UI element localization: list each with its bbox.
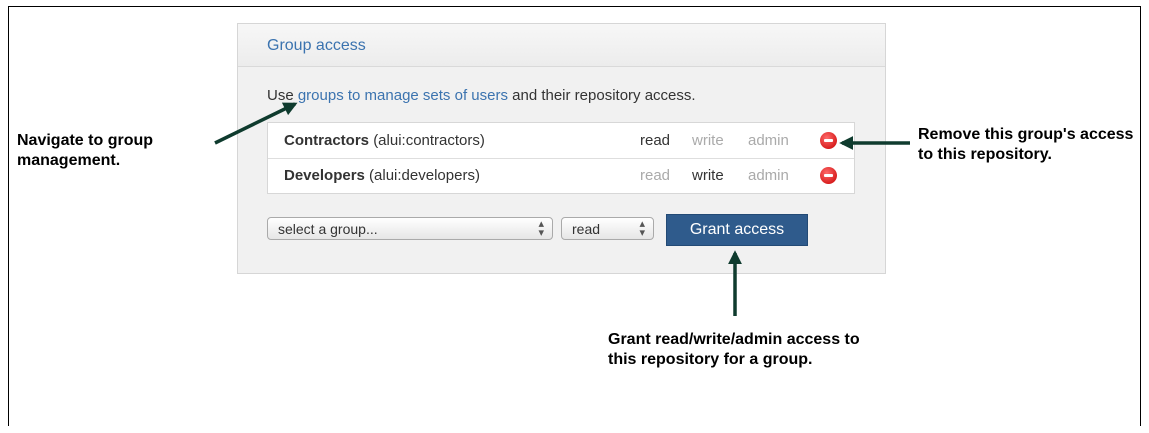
arrow-navigate — [214, 102, 298, 145]
callout-arrows — [214, 102, 910, 316]
